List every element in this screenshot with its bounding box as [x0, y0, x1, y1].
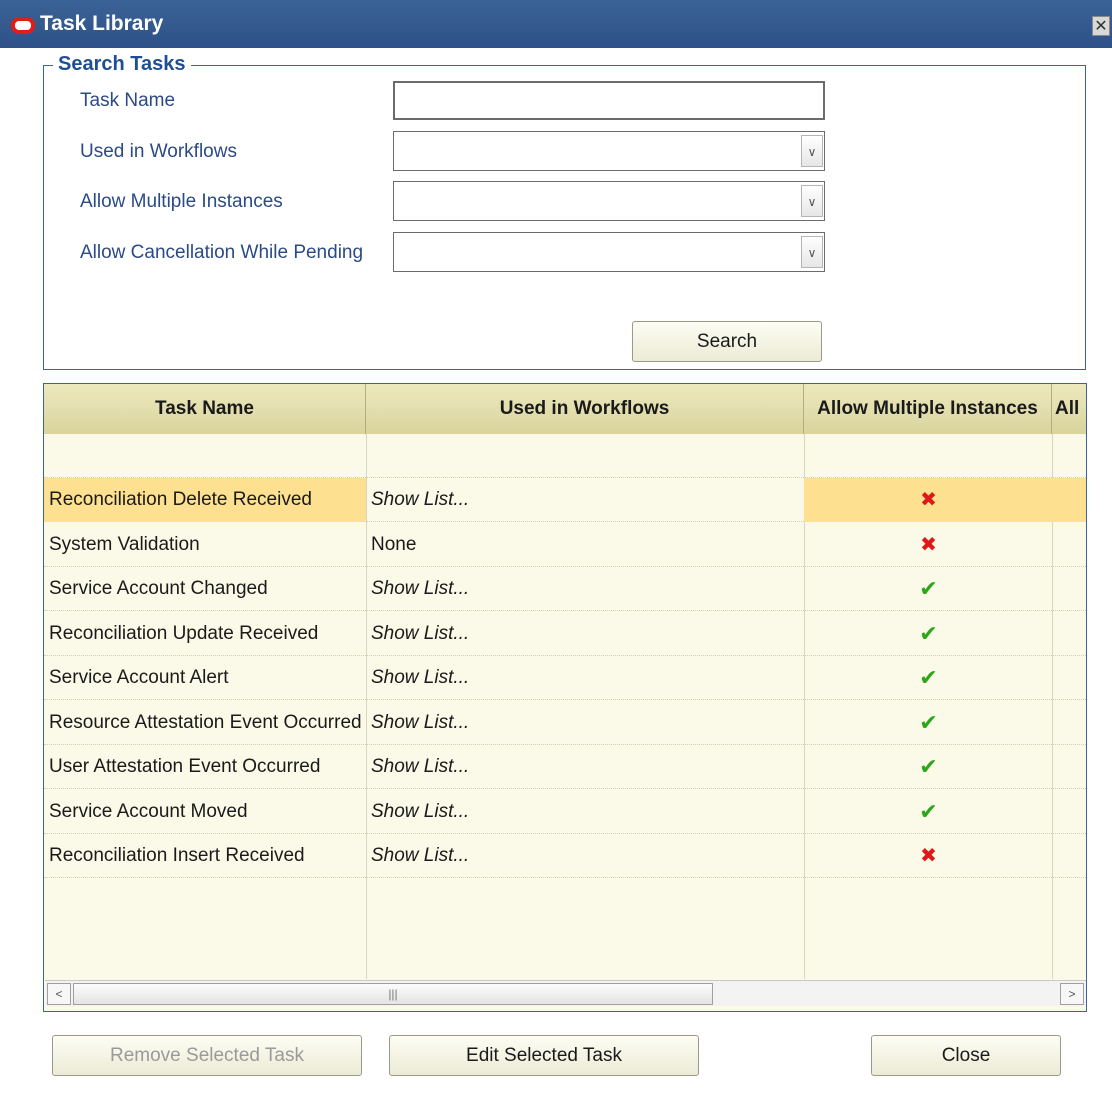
show-list-link[interactable]: Show List... — [371, 745, 803, 789]
scroll-right-icon[interactable]: > — [1060, 983, 1084, 1005]
checkmark-icon: ✔ — [919, 665, 938, 690]
window-title: Task Library — [40, 12, 164, 35]
column-header-task-name[interactable]: Task Name — [44, 384, 366, 434]
close-button[interactable]: Close — [871, 1035, 1061, 1076]
chevron-down-icon[interactable]: ∨ — [801, 135, 823, 167]
table-row[interactable]: Service Account Changed Show List... ✔ — [44, 567, 1086, 611]
show-list-link[interactable]: Show List... — [371, 612, 803, 656]
task-name-cell[interactable]: Service Account Changed — [49, 567, 367, 611]
task-name-cell[interactable]: Reconciliation Delete Received — [49, 478, 367, 522]
task-name-input[interactable] — [393, 81, 825, 120]
chevron-down-icon[interactable]: ∨ — [801, 236, 823, 268]
task-name-cell[interactable]: Reconciliation Update Received — [49, 612, 367, 656]
chevron-down-icon[interactable]: ∨ — [801, 185, 823, 217]
checkmark-icon: ✔ — [919, 798, 938, 824]
cross-icon: ✖ — [920, 489, 937, 511]
table-header: Task Name Used in Workflows Allow Multip… — [44, 384, 1086, 434]
title-bar: Task Library ✕ — [0, 0, 1112, 48]
cross-icon: ✖ — [920, 845, 937, 867]
allow-multiple-instances-label: Allow Multiple Instances — [80, 191, 283, 212]
show-list-link[interactable]: Show List... — [371, 478, 803, 522]
allow-multiple-cell: ✖ — [805, 523, 1052, 567]
show-list-link[interactable]: Show List... — [371, 567, 803, 611]
column-header-allow-cancellation[interactable]: All — [1052, 384, 1086, 434]
task-table: Task Name Used in Workflows Allow Multip… — [43, 383, 1087, 1012]
show-list-link[interactable]: Show List... — [371, 656, 803, 700]
scrollbar-thumb[interactable]: ||| — [73, 983, 713, 1005]
allow-cancellation-label: Allow Cancellation While Pending — [80, 242, 364, 263]
table-row[interactable]: User Attestation Event Occurred Show List… — [44, 745, 1086, 789]
table-row[interactable]: Resource Attestation Event Occurred Show … — [44, 701, 1086, 745]
search-button[interactable]: Search — [632, 321, 822, 362]
table-row[interactable]: Reconciliation Update Received Show List.… — [44, 612, 1086, 656]
used-in-workflows-select[interactable]: ∨ — [393, 131, 825, 171]
workflows-cell: None — [371, 533, 417, 555]
oracle-logo-icon — [11, 17, 35, 34]
task-name-cell[interactable]: Reconciliation Insert Received — [49, 834, 367, 878]
task-name-label: Task Name — [80, 90, 176, 111]
task-name-cell[interactable]: User Attestation Event Occurred — [49, 745, 367, 789]
column-header-allow-multiple-instances[interactable]: Allow Multiple Instances — [804, 384, 1052, 434]
table-row[interactable]: Reconciliation Delete Received Show List.… — [44, 478, 1086, 522]
scroll-left-icon[interactable]: < — [47, 983, 71, 1005]
filter-row — [44, 434, 1086, 478]
allow-multiple-cell: ✔ — [805, 567, 1052, 611]
checkmark-icon: ✔ — [919, 576, 938, 601]
allow-multiple-instances-select[interactable]: ∨ — [393, 181, 825, 221]
task-name-cell[interactable]: System Validation — [49, 523, 367, 567]
checkmark-icon: ✔ — [919, 620, 938, 646]
allow-multiple-cell: ✖ — [805, 478, 1052, 522]
task-name-cell[interactable]: Service Account Alert — [49, 656, 367, 700]
column-header-used-in-workflows[interactable]: Used in Workflows — [366, 384, 804, 434]
used-in-workflows-label: Used in Workflows — [80, 141, 237, 162]
show-list-link[interactable]: Show List... — [371, 790, 803, 834]
allow-multiple-cell: ✖ — [805, 834, 1052, 878]
allow-cancellation-select[interactable]: ∨ — [393, 232, 825, 272]
table-row[interactable]: Reconciliation Insert Received Show List.… — [44, 834, 1086, 878]
table-row[interactable]: System Validation None ✖ — [44, 523, 1086, 567]
edit-selected-task-button[interactable]: Edit Selected Task — [389, 1035, 699, 1076]
show-list-link[interactable]: Show List... — [371, 701, 803, 745]
task-name-cell[interactable]: Service Account Moved — [49, 790, 367, 834]
remove-selected-task-button[interactable]: Remove Selected Task — [52, 1035, 362, 1076]
table-row[interactable]: Service Account Alert Show List... ✔ — [44, 656, 1086, 700]
allow-multiple-cell: ✔ — [805, 612, 1052, 656]
close-icon[interactable]: ✕ — [1092, 16, 1110, 36]
horizontal-scrollbar[interactable]: < ||| > — [45, 980, 1086, 1006]
allow-multiple-cell: ✔ — [805, 701, 1052, 745]
table-row[interactable]: Service Account Moved Show List... ✔ — [44, 790, 1086, 834]
checkmark-icon: ✔ — [919, 754, 938, 779]
allow-multiple-cell: ✔ — [805, 790, 1052, 834]
allow-multiple-cell: ✔ — [805, 745, 1052, 789]
show-list-link[interactable]: Show List... — [371, 834, 803, 878]
cross-icon: ✖ — [920, 533, 937, 556]
checkmark-icon: ✔ — [919, 709, 938, 735]
search-tasks-legend: Search Tasks — [53, 53, 191, 76]
task-name-cell[interactable]: Resource Attestation Event Occurred — [49, 701, 367, 745]
allow-multiple-cell: ✔ — [805, 656, 1052, 700]
